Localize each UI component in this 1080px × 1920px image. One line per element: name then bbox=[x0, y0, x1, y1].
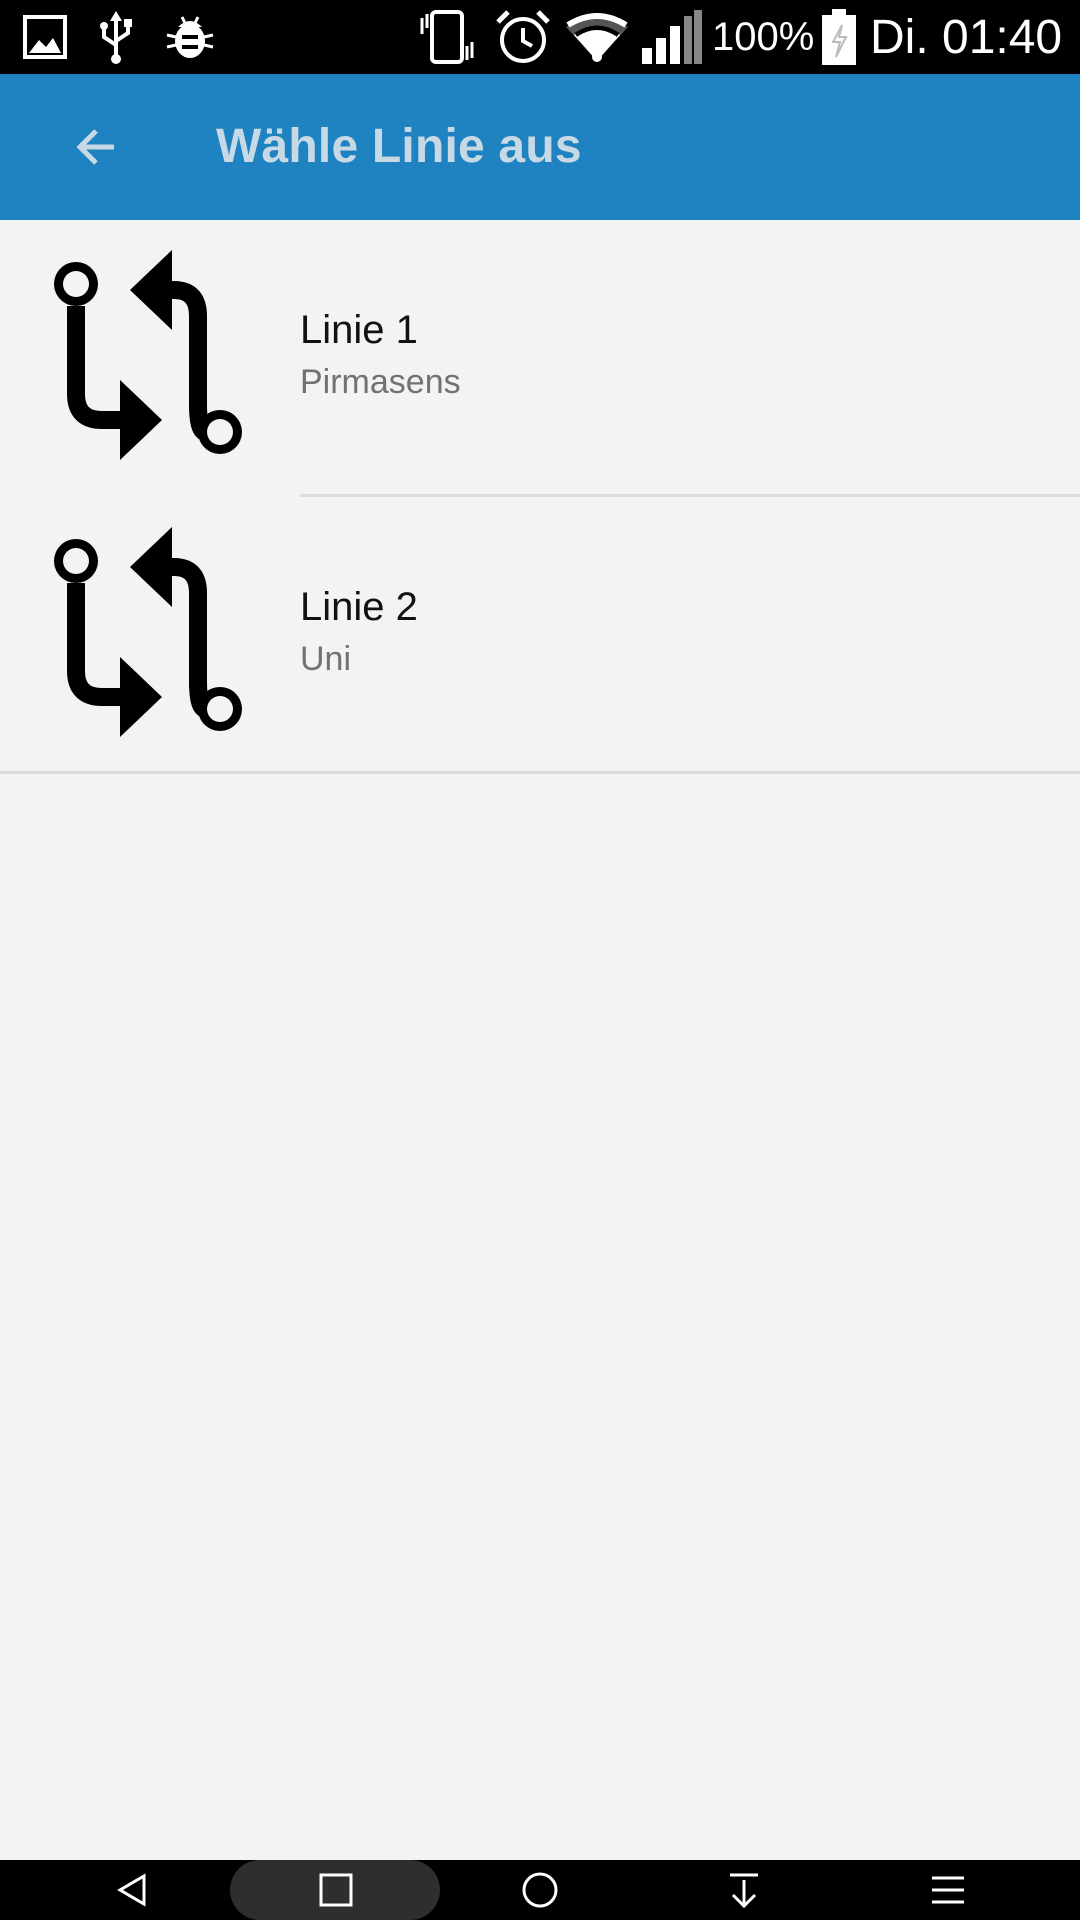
line-list: Linie 1 Pirmasens Linie 2 Uni bbox=[0, 220, 1080, 774]
wifi-icon bbox=[564, 0, 630, 74]
page-title: Wähle Linie aus bbox=[216, 120, 582, 173]
arrow-left-icon bbox=[76, 129, 114, 165]
line-subtitle: Pirmasens bbox=[300, 363, 461, 401]
debug-bug-icon bbox=[164, 0, 216, 74]
battery-icon bbox=[820, 0, 858, 74]
nav-home-button[interactable] bbox=[504, 1860, 576, 1920]
app-bar: Wähle Linie aus bbox=[0, 74, 1080, 220]
line-subtitle: Uni bbox=[300, 640, 352, 678]
vibrate-icon bbox=[416, 0, 478, 74]
image-icon bbox=[22, 0, 68, 74]
navigation-bar bbox=[0, 1860, 1080, 1920]
route-swap-icon bbox=[54, 527, 242, 737]
divider bbox=[0, 771, 1080, 774]
line-title: Linie 1 bbox=[300, 308, 418, 352]
nav-menu-button[interactable] bbox=[912, 1860, 984, 1920]
back-button[interactable] bbox=[56, 107, 136, 187]
line-title: Linie 2 bbox=[300, 585, 418, 629]
battery-percent: 100% bbox=[712, 14, 815, 59]
status-bar: 100% Di. 01:40 bbox=[0, 0, 1080, 74]
list-item-linie-1[interactable]: Linie 1 Pirmasens bbox=[0, 220, 1080, 497]
nav-back-button[interactable] bbox=[96, 1860, 168, 1920]
nav-notification-button[interactable] bbox=[708, 1860, 780, 1920]
recents-square-icon bbox=[319, 1873, 353, 1907]
signal-icon bbox=[640, 0, 704, 74]
usb-icon bbox=[96, 0, 136, 74]
clock-time: Di. 01:40 bbox=[870, 10, 1063, 64]
menu-icon bbox=[932, 1876, 964, 1904]
route-swap-icon bbox=[54, 250, 242, 460]
back-triangle-icon bbox=[117, 1873, 146, 1907]
alarm-icon bbox=[494, 0, 552, 74]
notification-pull-icon bbox=[730, 1873, 758, 1909]
nav-recents-button[interactable] bbox=[300, 1860, 372, 1920]
list-item-linie-2[interactable]: Linie 2 Uni bbox=[0, 497, 1080, 774]
home-circle-icon bbox=[522, 1872, 558, 1908]
